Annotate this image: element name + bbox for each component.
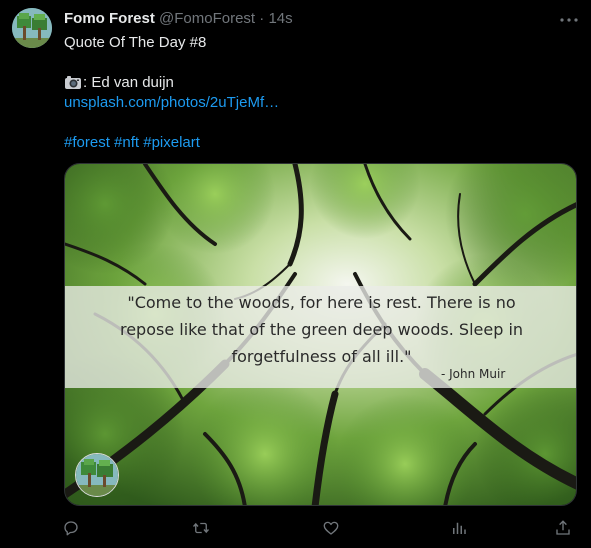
quote-line: "Come to the woods, for here is rest. Th… bbox=[127, 293, 516, 312]
author-handle[interactable]: @FomoForest bbox=[159, 10, 255, 27]
separator-dot: · bbox=[259, 10, 265, 27]
retweet-icon bbox=[192, 522, 210, 534]
tweet-actions bbox=[64, 517, 580, 539]
link-line: unsplash.com/photos/2uTjeMf… bbox=[64, 93, 564, 113]
hashtag-forest[interactable]: #forest bbox=[64, 134, 110, 151]
hashtag-pixelart[interactable]: #pixelart bbox=[143, 134, 200, 151]
author-name[interactable]: Fomo Forest bbox=[64, 10, 155, 27]
pixel-tree-avatar-icon bbox=[12, 8, 52, 48]
tweet-timestamp[interactable]: 14s bbox=[268, 10, 292, 27]
like-icon bbox=[323, 521, 339, 535]
photo-credit-text: : Ed van duijn bbox=[83, 74, 174, 91]
unsplash-link[interactable]: unsplash.com/photos/2uTjeMf… bbox=[64, 94, 279, 111]
author-avatar[interactable] bbox=[12, 8, 52, 48]
pixel-tree-logo-icon bbox=[76, 454, 118, 496]
quote-line: repose like that of the green deep woods… bbox=[119, 320, 524, 339]
hashtags: #forest #nft #pixelart bbox=[64, 133, 564, 153]
share-icon bbox=[556, 520, 570, 535]
quote-attribution: - John Muir bbox=[441, 367, 506, 381]
tweet-image[interactable]: "Come to the woods, for here is rest. Th… bbox=[64, 163, 577, 506]
views-button[interactable] bbox=[448, 517, 470, 539]
tweet[interactable]: Fomo Forest @FomoForest · 14s Quote Of T… bbox=[0, 0, 591, 548]
fomo-forest-logo bbox=[75, 453, 119, 497]
tweet-title: Quote Of The Day #8 bbox=[64, 34, 207, 51]
hashtag-nft[interactable]: #nft bbox=[114, 134, 139, 151]
more-dots-icon bbox=[560, 18, 578, 22]
share-button[interactable] bbox=[552, 517, 574, 539]
more-options-button[interactable] bbox=[558, 12, 580, 28]
retweet-button[interactable] bbox=[190, 517, 212, 539]
tweet-header: Fomo Forest @FomoForest · 14s bbox=[64, 10, 293, 28]
views-icon bbox=[453, 522, 466, 534]
tweet-text: Quote Of The Day #8 : Ed van duijn unspl… bbox=[64, 33, 564, 153]
quote-text: "Come to the woods, for here is rest. Th… bbox=[65, 289, 576, 370]
reply-icon bbox=[64, 521, 78, 536]
quote-line: forgetfulness of all ill." bbox=[231, 347, 412, 366]
like-button[interactable] bbox=[320, 517, 342, 539]
photo-credit: : Ed van duijn bbox=[64, 73, 564, 93]
reply-button[interactable] bbox=[60, 517, 82, 539]
